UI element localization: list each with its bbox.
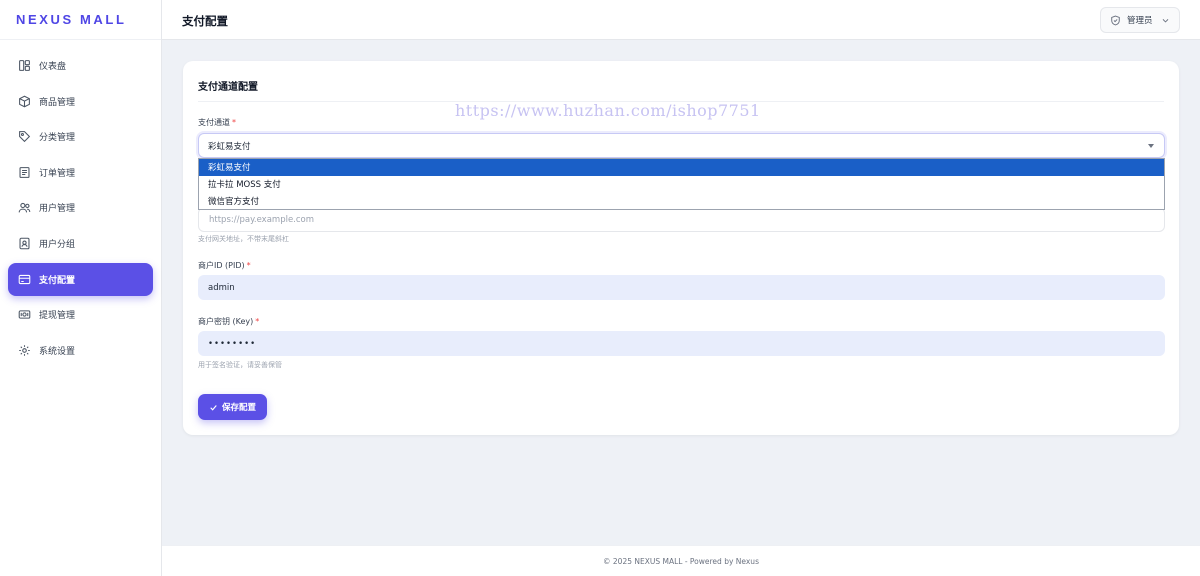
channel-select[interactable]: 彩虹易支付: [198, 133, 1165, 158]
pid-input[interactable]: admin: [198, 275, 1165, 300]
gateway-hint: 支付网关地址，不带末尾斜杠: [198, 235, 289, 243]
key-input[interactable]: ••••••••: [198, 331, 1165, 356]
card-divider: [198, 101, 1164, 102]
sidebar-nav: 仪表盘 商品管理 分类管理 订单管理 用户管理 用户分组 支付配置 提现管理 系…: [0, 40, 161, 367]
key-hint: 用于签名验证，请妥善保管: [198, 361, 282, 369]
gateway-url-placeholder: https://pay.example.com: [209, 214, 315, 225]
check-icon: [209, 403, 218, 412]
sidebar-item-products[interactable]: 商品管理: [8, 85, 153, 118]
sidebar-item-label: 仪表盘: [39, 62, 67, 72]
receipt-icon: [18, 166, 31, 179]
box-icon: [18, 95, 31, 108]
dropdown-option[interactable]: 彩虹易支付: [199, 159, 1164, 176]
tag-icon: [18, 130, 31, 143]
save-button[interactable]: 保存配置: [198, 394, 267, 420]
sidebar-item-label: 用户分组: [39, 239, 76, 250]
channel-label: 支付通道 *: [198, 118, 236, 127]
page-title: 支付配置: [182, 14, 228, 28]
payment-config-card: 支付通道配置 https://www.huzhan.com/ishop7751 …: [183, 61, 1179, 435]
sidebar-item-label: 提现管理: [39, 311, 76, 322]
admin-menu-button[interactable]: 管理员: [1100, 7, 1180, 33]
sidebar-item-user-groups[interactable]: 用户分组: [8, 227, 153, 260]
sidebar-item-label: 系统设置: [39, 346, 76, 357]
dropdown-option[interactable]: 微信官方支付: [199, 192, 1164, 209]
admin-label: 管理员: [1127, 16, 1153, 26]
users-icon: [18, 201, 31, 214]
sidebar-item-withdrawals[interactable]: 提现管理: [8, 298, 153, 331]
gear-icon: [18, 344, 31, 357]
sidebar-item-categories[interactable]: 分类管理: [8, 120, 153, 153]
brand-logo: NEXUS MALL: [0, 0, 161, 40]
card-title: 支付通道配置: [198, 82, 258, 93]
top-header: 支付配置 管理员: [162, 0, 1200, 40]
sidebar-item-label: 分类管理: [39, 133, 76, 144]
gateway-url-input[interactable]: https://pay.example.com: [198, 207, 1165, 232]
save-label: 保存配置: [221, 403, 256, 413]
sidebar-item-label: 用户管理: [39, 204, 76, 215]
caret-down-icon: [1148, 144, 1154, 148]
pid-value: admin: [208, 282, 235, 293]
key-value: ••••••••: [208, 338, 257, 349]
sidebar-item-label: 支付配置: [39, 275, 76, 286]
pid-label: 商户ID (PID) *: [198, 261, 251, 270]
sidebar-item-label: 订单管理: [39, 168, 76, 179]
sidebar-item-dashboard[interactable]: 仪表盘: [8, 49, 153, 82]
sidebar-item-label: 商品管理: [39, 97, 76, 108]
dashboard-icon: [18, 59, 31, 72]
key-label: 商户密钥 (Key) *: [198, 317, 260, 326]
shield-icon: [1110, 15, 1121, 26]
channel-dropdown: 彩虹易支付 拉卡拉 MOSS 支付 微信官方支付: [198, 158, 1165, 210]
credit-card-icon: [18, 273, 31, 286]
watermark: https://www.huzhan.com/ishop7751: [455, 101, 761, 120]
footer-text: © 2025 NEXUS MALL - Powered by Nexus: [603, 556, 759, 566]
sidebar-item-payment-config[interactable]: 支付配置: [8, 262, 153, 296]
footer: © 2025 NEXUS MALL - Powered by Nexus: [162, 545, 1200, 576]
wallet-icon: [18, 308, 31, 321]
dropdown-option[interactable]: 拉卡拉 MOSS 支付: [199, 176, 1164, 193]
sidebar-item-orders[interactable]: 订单管理: [8, 156, 153, 189]
chevron-down-icon: [1161, 16, 1170, 25]
sidebar-item-users[interactable]: 用户管理: [8, 191, 153, 224]
sidebar-item-settings[interactable]: 系统设置: [8, 334, 153, 367]
user-badge-icon: [18, 237, 31, 250]
sidebar: NEXUS MALL 仪表盘 商品管理 分类管理 订单管理 用户管理 用户分组 …: [0, 0, 162, 576]
channel-select-value: 彩虹易支付: [208, 141, 251, 152]
